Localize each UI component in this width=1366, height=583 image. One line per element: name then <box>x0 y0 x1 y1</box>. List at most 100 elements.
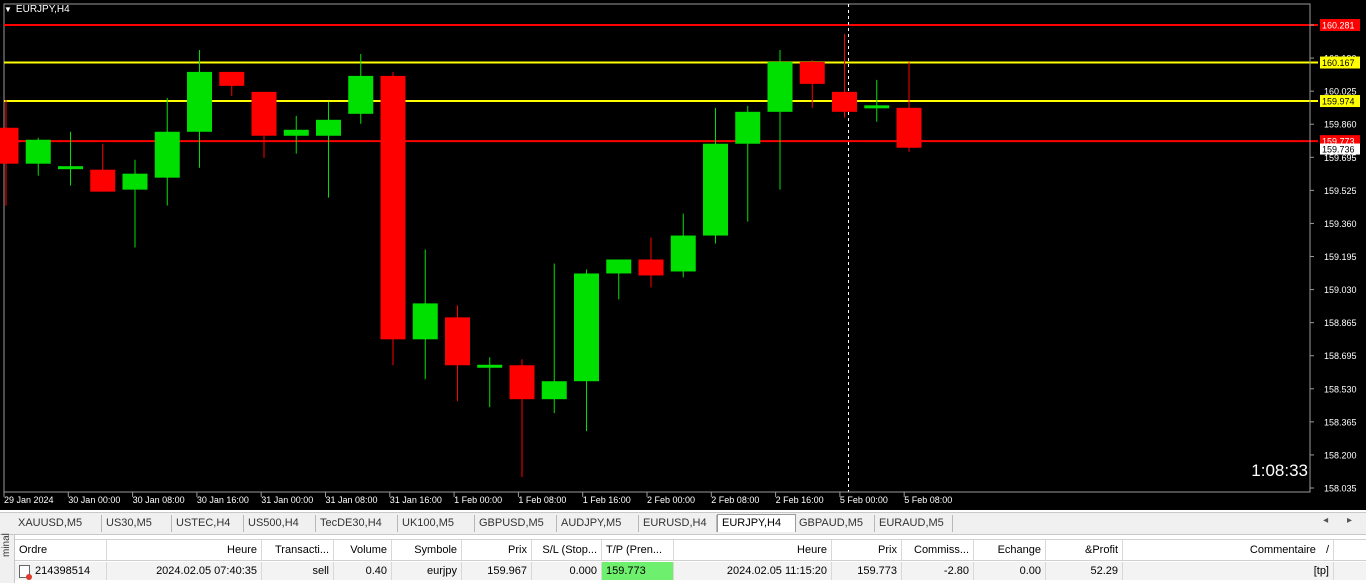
column-header[interactable]: Echange <box>974 540 1046 560</box>
candle-body <box>348 75 374 114</box>
price-tick-label: 158.365 <box>1324 417 1357 427</box>
table-cell: 52.29 <box>1046 562 1123 580</box>
table-cell: 2024.02.05 07:40:35 <box>107 562 262 580</box>
table-row[interactable]: 214398514 2024.02.05 07:40:35 sell 0.40 eurj… <box>15 562 1366 580</box>
column-header[interactable]: Prix <box>832 540 902 560</box>
time-tick-label: 5 Feb 00:00 <box>840 495 888 505</box>
table-cell: eurjpy <box>392 562 462 580</box>
order-closed-icon <box>19 564 32 580</box>
table-cell: 159.773 <box>832 562 902 580</box>
chart-title: ▼ EURJPY,H4 <box>4 4 70 15</box>
tab-audjpy-m5[interactable]: AUDJPY,M5 <box>557 515 639 532</box>
terminal-panel: minal Ordre Heure Transacti... Volume Symbol… <box>0 533 1366 583</box>
candle-body <box>703 143 728 236</box>
symbol-tab-bar: XAUUSD,M5 US30,M5 USTEC,H4 US500,H4 TecDE30,… <box>0 512 1366 535</box>
chart-menu-triangle-icon[interactable]: ▼ <box>4 5 12 14</box>
table-cell: -2.80 <box>902 562 974 580</box>
tab-ustec-h4[interactable]: USTEC,H4 <box>172 515 244 532</box>
candle-body <box>0 127 19 164</box>
candle-body <box>670 235 696 272</box>
table-cell: sell <box>262 562 334 580</box>
column-header[interactable]: Prix <box>462 540 532 560</box>
order-id: 214398514 <box>35 565 91 577</box>
candle-body <box>799 61 825 84</box>
table-cell: 214398514 <box>15 562 107 580</box>
time-tick-label: 29 Jan 2024 <box>4 495 54 505</box>
candle-body <box>606 259 632 274</box>
table-cell: [tp] <box>1123 562 1334 580</box>
terminal-side-tab[interactable]: minal <box>0 533 15 583</box>
table-cell: 159.967 <box>462 562 532 580</box>
tab-gbpusd-m5[interactable]: GBPUSD,M5 <box>475 515 557 532</box>
candlestick-chart[interactable]: 160.355160.190160.025159.860159.695159.5… <box>0 0 1366 510</box>
tab-eurusd-h4[interactable]: EURUSD,H4 <box>639 515 717 532</box>
price-level-tag-label: 160.167 <box>1322 58 1355 68</box>
candle-body <box>380 75 406 340</box>
time-tick-label: 31 Jan 00:00 <box>261 495 313 505</box>
candle-body <box>154 131 180 178</box>
sort-marker: / <box>1325 544 1329 556</box>
terminal-header-row: Ordre Heure Transacti... Volume Symbole Prix S… <box>15 539 1366 561</box>
candle-body <box>638 259 664 276</box>
column-header[interactable]: S/L (Stop... <box>532 540 602 560</box>
candle-body <box>574 273 599 382</box>
column-header[interactable]: Ordre <box>15 540 107 560</box>
tab-gbpaud-m5[interactable]: GBPAUD,M5 <box>795 515 875 532</box>
price-tick-label: 159.195 <box>1324 252 1357 262</box>
table-cell: 2024.02.05 11:15:20 <box>674 562 832 580</box>
table-cell: 159.773 <box>602 562 674 580</box>
time-tick-label: 30 Jan 00:00 <box>68 495 120 505</box>
candle-body <box>58 166 83 170</box>
candle-body <box>187 71 212 132</box>
terminal-side-label: minal <box>1 533 12 557</box>
time-tick-label: 31 Jan 16:00 <box>390 495 442 505</box>
price-tick-label: 159.030 <box>1324 285 1357 295</box>
tab-scroll-arrows-icon[interactable]: ◂ ▸ <box>1323 515 1360 526</box>
candle-body <box>509 365 535 400</box>
candle-body <box>477 364 503 368</box>
column-header[interactable]: Commiss... <box>902 540 974 560</box>
candle-body <box>541 381 567 400</box>
tab-uk100-m5[interactable]: UK100,M5 <box>398 515 475 532</box>
candle-body <box>864 105 890 109</box>
table-cell: 0.00 <box>974 562 1046 580</box>
candle-body <box>412 303 438 340</box>
tab-us500-h4[interactable]: US500,H4 <box>244 515 316 532</box>
column-header[interactable]: &Profit <box>1046 540 1123 560</box>
table-cell: 0.000 <box>532 562 602 580</box>
candle-body <box>832 91 857 112</box>
candle-body <box>767 61 793 112</box>
price-tick-label: 158.200 <box>1324 450 1357 460</box>
time-tick-label: 31 Jan 08:00 <box>326 495 378 505</box>
column-header[interactable]: Heure <box>107 540 262 560</box>
candle-body <box>735 111 761 144</box>
candle-body <box>251 91 277 136</box>
column-header[interactable]: T/P (Pren... <box>602 540 674 560</box>
candle-body <box>25 139 51 164</box>
tab-tecde30-h4[interactable]: TecDE30,H4 <box>316 515 398 532</box>
column-header[interactable]: Heure <box>674 540 832 560</box>
time-tick-label: 1 Feb 00:00 <box>454 495 502 505</box>
column-header[interactable]: Symbole <box>392 540 462 560</box>
price-tick-label: 158.035 <box>1324 484 1357 494</box>
candle-countdown-timer: 1:08:33 <box>1251 461 1308 480</box>
column-header[interactable]: Commentaire / <box>1123 540 1334 560</box>
time-tick-label: 1 Feb 16:00 <box>583 495 631 505</box>
candle-body <box>316 119 341 136</box>
tab-eurjpy-h4[interactable]: EURJPY,H4 <box>717 514 796 532</box>
tab-xauusd-m5[interactable]: XAUUSD,M5 <box>14 515 102 532</box>
price-tick-label: 159.860 <box>1324 120 1357 130</box>
time-tick-label: 30 Jan 08:00 <box>133 495 185 505</box>
price-tick-label: 158.865 <box>1324 318 1357 328</box>
chart-window[interactable]: 160.355160.190160.025159.860159.695159.5… <box>0 0 1366 510</box>
candle-body <box>122 173 148 190</box>
column-header[interactable]: Volume <box>334 540 392 560</box>
price-tick-label: 158.695 <box>1324 351 1357 361</box>
time-tick-label: 30 Jan 16:00 <box>197 495 249 505</box>
tab-us30-m5[interactable]: US30,M5 <box>102 515 172 532</box>
time-tick-label: 1 Feb 08:00 <box>518 495 566 505</box>
column-header[interactable]: Transacti... <box>262 540 334 560</box>
chart-symbol-label: EURJPY,H4 <box>15 4 70 15</box>
tab-euraud-m5[interactable]: EURAUD,M5 <box>875 515 953 532</box>
time-tick-label: 2 Feb 08:00 <box>711 495 759 505</box>
